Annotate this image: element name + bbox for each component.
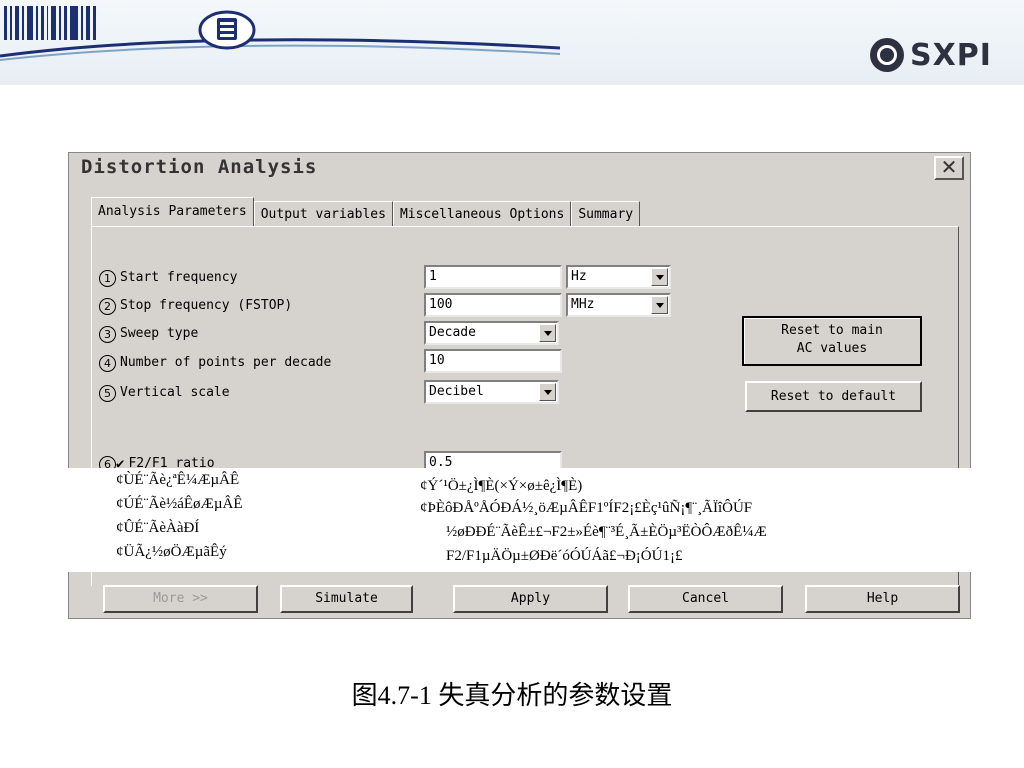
param-label: Vertical scale <box>120 385 230 400</box>
param-number: 1 <box>99 269 116 287</box>
tab-analysis-parameters[interactable]: Analysis Parameters <box>91 197 254 227</box>
param-number: 5 <box>99 384 116 402</box>
param-label: Start frequency <box>120 270 238 285</box>
dropdown-arrow-icon[interactable] <box>651 268 668 286</box>
note-right-line: ¢Ý´¹Ö±¿Ì¶È(×Ý×ø±ê¿Ì¶È) <box>420 478 583 494</box>
header-banner: SXPI <box>0 0 1024 85</box>
dropdown-arrow-icon[interactable] <box>539 383 556 401</box>
param-number: 4 <box>99 354 116 372</box>
server-emblem-icon <box>198 10 256 50</box>
reset-to-default-button[interactable]: Reset to default <box>745 381 922 412</box>
note-left-line: ¢ÙÉ¨Ãè¿ªÊ¼ÆµÂÊ <box>116 472 240 488</box>
stop-frequency-unit-select[interactable]: MHz <box>566 293 671 317</box>
dialog-titlebar[interactable]: Distortion Analysis ✕ <box>69 153 970 185</box>
note-left-line: ¢ÚÉ¨Ãè½áÊøÆµÂÊ <box>116 496 243 512</box>
cancel-button[interactable]: Cancel <box>628 585 783 613</box>
points-per-decade-input[interactable]: 10 <box>424 349 562 373</box>
swoosh-decoration <box>0 38 560 61</box>
note-right-line: ¢ÞÈôÐÅºÅÓÐÁ½¸öÆµÂÊF1ºÍF2¡£Èç¹ûÑ¡¶¨¸ÃÏîÔÚ… <box>420 500 753 516</box>
reset-to-main-ac-values-button[interactable]: Reset to main AC values <box>742 316 922 366</box>
note-right-line: ½øÐÐÉ¨ÃèÊ±£¬F2±»Éè¶¨³É¸Ã±ÈÖµ³ËÒÔÆðÊ¼Æ <box>446 524 767 540</box>
param-label: Stop frequency (FSTOP) <box>120 298 293 313</box>
param-row-stop-frequency: 2 Stop frequency (FSTOP) <box>99 295 292 317</box>
tab-output-variables[interactable]: Output variables <box>253 201 393 227</box>
tab-miscellaneous-options[interactable]: Miscellaneous Options <box>392 201 572 227</box>
stop-frequency-input[interactable]: 100 <box>424 293 562 317</box>
param-row-vertical-scale: 5 Vertical scale <box>99 382 230 404</box>
tab-summary[interactable]: Summary <box>571 201 641 227</box>
param-row-points-per-decade: 4 Number of points per decade <box>99 352 331 374</box>
brand-mark-icon <box>870 38 904 72</box>
note-right-line: F2/F1µÄÖµ±ØÐë´óÓÚÁã£¬Ð¡ÓÚ1¡£ <box>446 548 683 564</box>
param-number: 3 <box>99 325 116 343</box>
more-button[interactable]: More >> <box>103 585 258 613</box>
figure-caption: 图4.7-1 失真分析的参数设置 <box>351 681 673 710</box>
apply-button[interactable]: Apply <box>453 585 608 613</box>
param-row-start-frequency: 1 Start frequency <box>99 267 237 289</box>
help-button[interactable]: Help <box>805 585 960 613</box>
param-number: 2 <box>99 297 116 315</box>
note-left-line: ¢ÛÉ¨ÃèÀàÐÍ <box>116 520 200 536</box>
select-value: Decibel <box>429 384 484 399</box>
dropdown-arrow-icon[interactable] <box>651 296 668 314</box>
close-button[interactable]: ✕ <box>934 156 964 180</box>
param-label: Sweep type <box>120 326 199 341</box>
note-left-line: ¢ÜÃ¿½øÖÆµãÊý <box>116 544 227 560</box>
tab-strip: Analysis Parameters Output variables Mis… <box>91 197 641 227</box>
select-value: MHz <box>571 297 595 312</box>
start-frequency-unit-select[interactable]: Hz <box>566 265 671 289</box>
annotation-overlay: ¢ÙÉ¨Ãè¿ªÊ¼ÆµÂÊ ¢ÚÉ¨Ãè½áÊøÆµÂÊ ¢ÛÉ¨ÃèÀàÐÍ… <box>68 468 971 572</box>
sweep-type-select[interactable]: Decade <box>424 321 559 345</box>
brand-logo: SXPI <box>870 37 992 73</box>
start-frequency-input[interactable]: 1 <box>424 265 562 289</box>
select-value: Hz <box>571 269 587 284</box>
simulate-button[interactable]: Simulate <box>280 585 413 613</box>
dropdown-arrow-icon[interactable] <box>539 324 556 342</box>
param-row-sweep-type: 3 Sweep type <box>99 323 198 345</box>
brand-text: SXPI <box>910 37 992 73</box>
vertical-scale-select[interactable]: Decibel <box>424 380 559 404</box>
select-value: Decade <box>429 325 476 340</box>
dialog-title: Distortion Analysis <box>81 156 318 178</box>
param-label: Number of points per decade <box>120 355 332 370</box>
